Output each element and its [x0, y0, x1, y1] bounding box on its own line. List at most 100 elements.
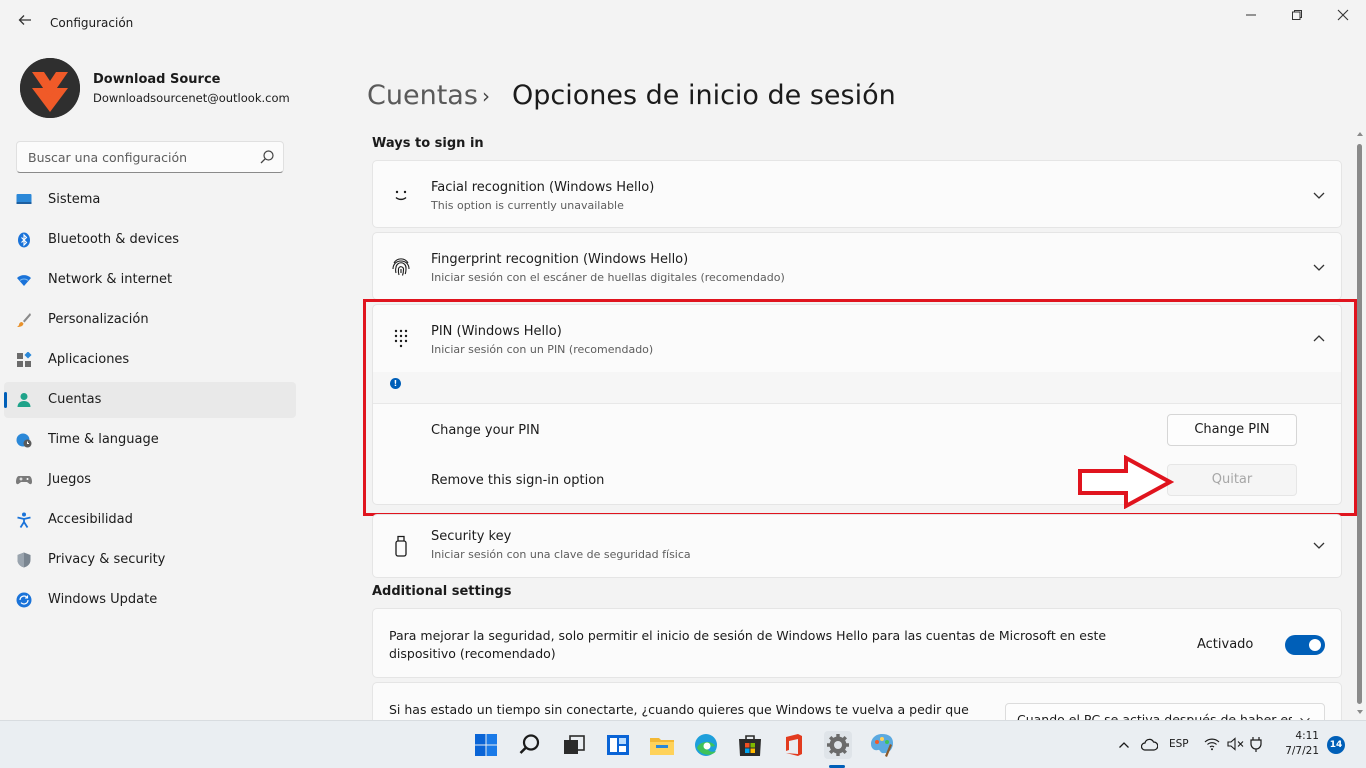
update-icon: [16, 592, 32, 608]
chevron-down-icon: [1313, 264, 1325, 271]
sidebar-item-sistema[interactable]: Sistema: [4, 182, 296, 218]
hello-only-description: Para mejorar la seguridad, solo permitir…: [389, 628, 1107, 661]
sidebar-item-label: Time & language: [48, 432, 159, 447]
sidebar-item-aplicaciones[interactable]: Aplicaciones: [4, 342, 296, 378]
sidebar-item-label: Cuentas: [48, 392, 102, 407]
sidebar-item-label: Personalización: [48, 312, 149, 327]
toggle-state-label: Activado: [1197, 637, 1254, 652]
bluetooth-icon: [18, 232, 30, 248]
card-subtitle: Iniciar sesión con una clave de segurida…: [431, 548, 691, 561]
fingerprint-recognition-card[interactable]: Fingerprint recognition (Windows Hello) …: [372, 232, 1342, 300]
search-icon: [260, 150, 274, 164]
speaker-muted-icon[interactable]: [1227, 737, 1244, 751]
facial-recognition-card[interactable]: Facial recognition (Windows Hello) This …: [372, 160, 1342, 228]
taskbar-store-button[interactable]: [736, 731, 764, 759]
search-icon: [519, 734, 540, 754]
sidebar-item-juegos[interactable]: Juegos: [4, 462, 296, 498]
scroll-down-arrow-icon: [1357, 710, 1363, 714]
maximize-button[interactable]: [1274, 6, 1320, 28]
sidebar-item-label: Network & internet: [48, 272, 173, 287]
close-button[interactable]: [1320, 6, 1366, 28]
sidebar-item-windows-update[interactable]: Windows Update: [4, 582, 296, 618]
fingerprint-icon: [392, 258, 410, 276]
language-indicator[interactable]: ESP: [1169, 738, 1189, 750]
widgets-icon: [607, 735, 629, 755]
notification-badge[interactable]: 14: [1327, 736, 1345, 754]
taskbar-task-view-button[interactable]: [560, 731, 588, 759]
store-icon: [739, 735, 761, 756]
search-input[interactable]: [26, 148, 246, 166]
taskbar-search-button[interactable]: [516, 731, 544, 759]
chevron-down-icon: [1313, 192, 1325, 199]
card-subtitle: This option is currently unavailable: [431, 199, 624, 212]
card-title: Facial recognition (Windows Hello): [431, 180, 655, 195]
taskbar: ESP 4:11 7/7/21: [0, 720, 1366, 768]
sidebar-item-label: Juegos: [48, 472, 92, 487]
clock-time[interactable]: 4:11: [1285, 730, 1319, 742]
sidebar-item-label: Sistema: [48, 192, 101, 207]
taskbar-start-button[interactable]: [472, 731, 500, 759]
close-icon: [1337, 9, 1349, 21]
sidebar-item-network[interactable]: Network & internet: [4, 262, 296, 298]
app-title: Configuración: [50, 16, 134, 30]
ways-to-sign-in-heading: Ways to sign in: [372, 136, 484, 151]
sidebar-item-label: Bluetooth & devices: [48, 232, 179, 247]
sidebar-item-personalizacion[interactable]: Personalización: [4, 302, 296, 338]
taskbar-settings-button[interactable]: [824, 731, 852, 759]
main-scrollbar[interactable]: [1356, 130, 1364, 718]
apps-icon: [17, 352, 32, 367]
scrollbar-thumb[interactable]: [1357, 144, 1362, 704]
wifi-icon[interactable]: [1204, 737, 1220, 751]
windows-start-icon: [475, 734, 497, 756]
taskbar-file-explorer-button[interactable]: [648, 731, 676, 759]
profile-email: Downloadsourcenet@outlook.com: [93, 91, 290, 105]
battery-plug-icon[interactable]: [1250, 736, 1262, 752]
back-button[interactable]: [14, 12, 36, 34]
chevron-down-icon: [1313, 542, 1325, 549]
edge-icon: [695, 734, 717, 756]
hello-only-toggle[interactable]: [1285, 635, 1325, 655]
card-subtitle: Iniciar sesión con el escáner de huellas…: [431, 271, 785, 284]
cloud-icon[interactable]: [1141, 738, 1158, 751]
breadcrumb-separator: ›: [482, 84, 490, 108]
file-explorer-icon: [650, 738, 674, 755]
sidebar-item-bluetooth[interactable]: Bluetooth & devices: [4, 222, 296, 258]
sidebar-item-label: Accesibilidad: [48, 512, 133, 527]
sidebar-item-label: Windows Update: [48, 592, 158, 607]
wifi-icon: [17, 275, 31, 286]
title-bar: Configuración: [0, 0, 1366, 48]
chevron-up-icon[interactable]: [1118, 739, 1130, 751]
taskbar-edge-button[interactable]: [692, 731, 720, 759]
sidebar-item-cuentas[interactable]: Cuentas: [4, 382, 296, 418]
sidebar-item-accesibilidad[interactable]: Accesibilidad: [4, 502, 296, 538]
card-title: Fingerprint recognition (Windows Hello): [431, 252, 689, 267]
hello-only-setting-card: Para mejorar la seguridad, solo permitir…: [372, 608, 1342, 678]
taskbar-office-button[interactable]: [780, 731, 808, 759]
breadcrumb-parent[interactable]: Cuentas: [367, 80, 478, 111]
download-source-logo-icon: [20, 58, 80, 118]
settings-search-box[interactable]: [16, 141, 284, 173]
security-key-card[interactable]: Security key Iniciar sesión con una clav…: [372, 514, 1342, 578]
sidebar-item-label: Privacy & security: [48, 552, 166, 567]
card-title: Security key: [431, 529, 512, 544]
profile-name: Download Source: [93, 72, 221, 87]
globe-clock-icon: [16, 433, 32, 448]
away-description: Si has estado un tiempo sin conectarte, …: [389, 702, 969, 717]
active-indicator: [4, 392, 7, 408]
usb-key-icon: [395, 535, 407, 557]
minimize-button[interactable]: [1228, 6, 1274, 28]
red-arrow-icon: [1078, 455, 1174, 509]
person-icon: [17, 393, 31, 407]
highlight-annotation-box: [363, 299, 1357, 516]
shield-icon: [17, 552, 31, 568]
office-icon: [786, 734, 802, 756]
gamepad-icon: [16, 476, 32, 485]
clock-date[interactable]: 7/7/21: [1279, 745, 1319, 757]
maximize-icon: [1292, 10, 1302, 20]
sidebar-item-privacy-security[interactable]: Privacy & security: [4, 542, 296, 578]
sidebar-nav: Sistema Bluetooth & devices Network & in…: [4, 182, 296, 622]
user-profile[interactable]: Download Source Downloadsourcenet@outloo…: [20, 58, 320, 118]
sidebar-item-time-language[interactable]: Time & language: [4, 422, 296, 458]
taskbar-widgets-button[interactable]: [604, 731, 632, 759]
taskbar-paint-button[interactable]: [868, 731, 896, 759]
